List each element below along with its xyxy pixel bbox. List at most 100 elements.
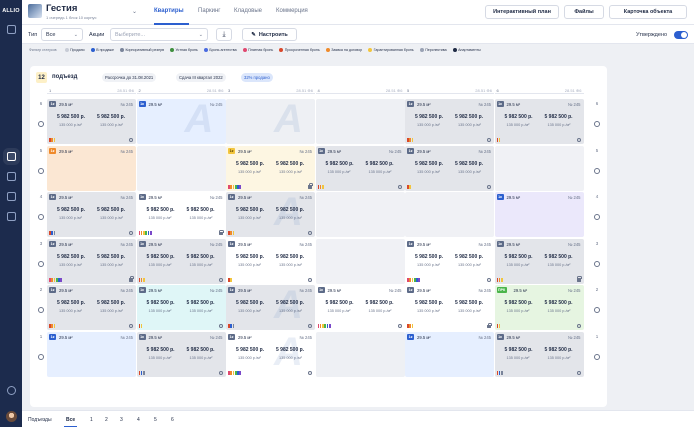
- lock-icon[interactable]: [308, 183, 314, 189]
- apartment-cell[interactable]: 1к 29.5 м² № 245: [47, 331, 136, 377]
- apartment-cell[interactable]: [494, 145, 584, 191]
- promo-select[interactable]: Выберите... ⌄: [110, 28, 208, 41]
- info-icon[interactable]: [487, 277, 491, 282]
- apartment-cell[interactable]: 1к 29.5 м² № 245 5 982 500 р. 5 982 500 р. 13…: [136, 238, 226, 284]
- legend-item[interactable]: Продано: [64, 48, 85, 52]
- apartment-cell[interactable]: 1к 29.5 м² № 245 5 982 500 р. 5 982 500 р. 13…: [47, 238, 136, 284]
- apartment-cell[interactable]: 1к 29.5 м² № 245 5 982 500 р. 5 982 500 р. 13…: [47, 285, 136, 330]
- apartment-cell[interactable]: 1к 29.5 м² № 245 5 982 500 р. 5 982 500 р. 13…: [136, 285, 226, 330]
- info-icon[interactable]: [594, 121, 600, 127]
- info-icon[interactable]: [594, 307, 600, 313]
- configure-button[interactable]: ✎ Настроить: [242, 28, 297, 41]
- lock-icon[interactable]: [218, 229, 224, 235]
- info-icon[interactable]: [38, 214, 44, 220]
- apartment-cell[interactable]: A 1к 29.5 м² № 245: [136, 99, 226, 144]
- info-icon[interactable]: [308, 324, 312, 328]
- legend-item[interactable]: Корпоративный резерв: [119, 48, 164, 52]
- apartment-cell[interactable]: A: [226, 99, 315, 144]
- entrance-tab[interactable]: 6: [171, 417, 174, 423]
- apartment-cell[interactable]: 1к 29.5 м² № 245 5 982 500 р. 5 982 500 р. 13…: [494, 238, 584, 284]
- apartment-cell[interactable]: 1к 29.5 м² № 245 5 982 500 р. 5 982 500 р. 13…: [226, 145, 315, 191]
- monitor-icon[interactable]: [6, 212, 16, 221]
- apartment-cell[interactable]: [405, 192, 494, 237]
- lock-icon[interactable]: [487, 322, 493, 328]
- download-button[interactable]: ⤓: [216, 28, 232, 41]
- legend-item[interactable]: Устная бронь: [169, 48, 198, 52]
- info-icon[interactable]: [218, 277, 223, 282]
- legend-item[interactable]: Просроченная бронь: [279, 48, 320, 52]
- apartment-cell[interactable]: 1к 29.5 м² № 245 5 982 500 р. 5 982 500 р. 13…: [315, 145, 405, 191]
- entrance-tab[interactable]: 4: [137, 417, 140, 423]
- layers-icon[interactable]: [6, 152, 16, 161]
- info-icon[interactable]: [576, 324, 581, 328]
- info-icon[interactable]: [38, 167, 44, 174]
- info-icon[interactable]: [308, 231, 312, 235]
- info-icon[interactable]: [397, 324, 402, 328]
- legend-item[interactable]: Апартаменты: [452, 48, 481, 52]
- apartment-cell[interactable]: 1к 29.5 м² № 245 5 982 500 р. 5 982 500 р. 13…: [405, 99, 494, 144]
- legend-item[interactable]: Перспектива: [419, 48, 447, 52]
- apartment-cell[interactable]: 1к 29.5 м² № 245 5 982 500 р. 5 982 500 р. 13…: [494, 331, 584, 377]
- interactive-plan-button[interactable]: Интерактивный план: [485, 5, 559, 19]
- apartment-cell[interactable]: 1к 29.5 м² № 245 5 982 500 р. 5 982 500 р. 13…: [405, 238, 494, 284]
- info-icon[interactable]: [594, 260, 600, 267]
- entrance-tab[interactable]: Все: [66, 417, 75, 423]
- lock-icon[interactable]: [576, 276, 582, 282]
- apartment-cell[interactable]: [315, 238, 405, 284]
- info-icon[interactable]: [594, 353, 600, 360]
- info-icon[interactable]: [129, 324, 133, 328]
- entrance-tab[interactable]: 1: [90, 417, 93, 423]
- building-icon[interactable]: [6, 25, 16, 34]
- info-icon[interactable]: [397, 184, 402, 189]
- legend-item[interactable]: Бронь агентства: [203, 48, 237, 52]
- settings-icon[interactable]: [6, 386, 16, 395]
- info-icon[interactable]: [129, 138, 133, 142]
- entrance-tab[interactable]: 3: [120, 417, 123, 423]
- apartment-cell[interactable]: 1к 29.5 м² № 245 5 982 500 р. 5 982 500 р. 13…: [405, 285, 494, 330]
- info-icon[interactable]: [38, 307, 44, 313]
- apartment-cell[interactable]: 1к 29.5 м² № 245 5 982 500 р. 5 982 500 р. 13…: [405, 145, 494, 191]
- info-icon[interactable]: [576, 370, 581, 375]
- apartment-cell[interactable]: 1к 29.5 м² № 245: [47, 145, 136, 191]
- legend-item[interactable]: Платная бронь: [242, 48, 273, 52]
- info-icon[interactable]: [576, 138, 581, 142]
- info-icon[interactable]: [308, 277, 312, 282]
- lock-icon[interactable]: [129, 276, 135, 282]
- tab-storage[interactable]: Кладовые: [234, 8, 262, 14]
- chevron-down-icon[interactable]: ⌄: [132, 8, 137, 15]
- type-select[interactable]: Все ⌄: [41, 28, 83, 41]
- info-icon[interactable]: [38, 260, 44, 267]
- info-icon[interactable]: [218, 324, 223, 328]
- info-icon[interactable]: [487, 184, 491, 189]
- apartment-cell[interactable]: 1к 29.5 м² № 245 5 982 500 р. 5 982 500 р. 13…: [315, 285, 405, 330]
- legend-item[interactable]: Гарантированная бронь: [368, 48, 414, 52]
- tab-apartments[interactable]: Квартиры: [154, 8, 184, 14]
- legend-item[interactable]: Заявка на договор: [325, 48, 362, 52]
- apartment-cell[interactable]: A 1к 29.5 м² № 245 5 982 500 р. 5 982 500 р. 1…: [226, 285, 315, 330]
- apartment-cell[interactable]: 1к 29.5 м² № 245 5 982 500 р. 5 982 500 р. 13…: [494, 99, 584, 144]
- list-icon[interactable]: [6, 192, 16, 201]
- apartment-cell[interactable]: ПРК 29.5 м² № 245 5 982 500 р. 5 982 500 р. 1…: [494, 285, 584, 330]
- apartment-cell[interactable]: [136, 145, 226, 191]
- apartment-cell[interactable]: 1к 29.5 м² № 245 5 982 500 р. 5 982 500 р. 13…: [47, 192, 136, 237]
- info-icon[interactable]: [38, 121, 44, 127]
- apartment-cell[interactable]: 1к 29.5 м² № 245 5 982 500 р. 5 982 500 р. 13…: [136, 331, 226, 377]
- entrance-tab[interactable]: 2: [105, 417, 108, 423]
- apartment-cell[interactable]: 1к 29.5 м² № 245: [494, 192, 584, 237]
- approved-toggle[interactable]: [674, 31, 688, 39]
- info-icon[interactable]: [38, 353, 44, 360]
- info-icon[interactable]: [594, 214, 600, 220]
- tab-parking[interactable]: Паркинг: [198, 8, 220, 14]
- home-icon[interactable]: [6, 172, 16, 181]
- apartment-cell[interactable]: A 1к 29.5 м² № 245 5 982 500 р. 5 982 500 р. 1…: [226, 331, 315, 377]
- apartment-cell[interactable]: [315, 99, 405, 144]
- files-button[interactable]: Файлы: [564, 5, 604, 19]
- apartment-cell[interactable]: 1к 29.5 м² № 245 5 982 500 р. 5 982 500 р. 13…: [47, 99, 136, 144]
- info-icon[interactable]: [218, 370, 223, 375]
- info-icon[interactable]: [308, 370, 312, 375]
- apartment-cell[interactable]: 1к 29.5 м² № 245 5 982 500 р. 5 982 500 р. 13…: [226, 238, 315, 284]
- object-card-button[interactable]: Карточка объекта: [609, 5, 687, 19]
- info-icon[interactable]: [129, 231, 133, 235]
- apartment-cell[interactable]: [315, 192, 405, 237]
- info-icon[interactable]: [594, 167, 600, 174]
